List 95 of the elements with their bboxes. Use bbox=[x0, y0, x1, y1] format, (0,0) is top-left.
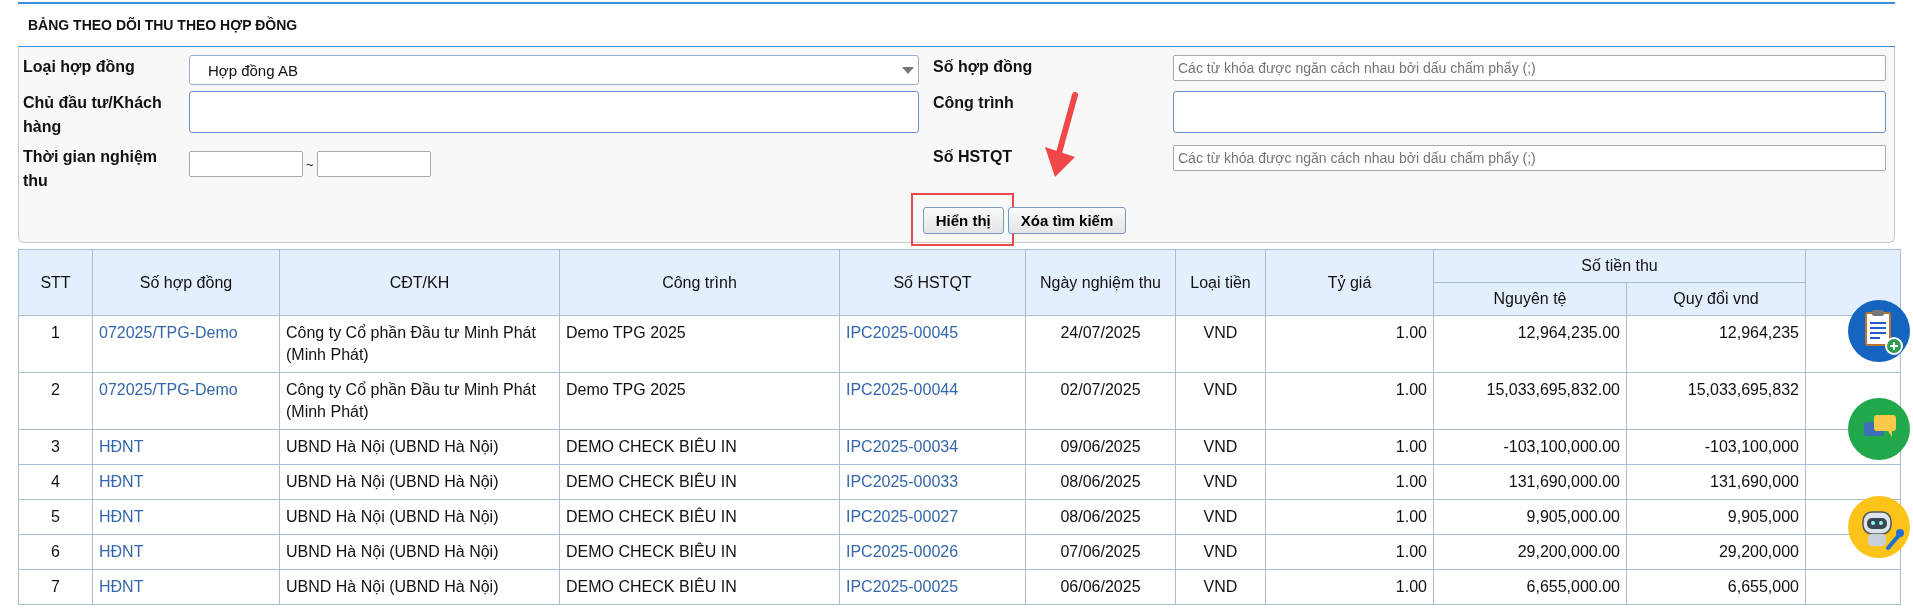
table-cell: 29,200,000.00 bbox=[1517, 543, 1620, 560]
table-cell: 1.00 bbox=[1395, 543, 1427, 560]
field-label: Số HSTQT bbox=[932, 147, 1014, 167]
chat-icon[interactable] bbox=[1848, 398, 1910, 460]
column-header: CĐT/KH bbox=[279, 249, 560, 316]
table-cell: 6 bbox=[51, 543, 60, 560]
table-cell: 9,905,000.00 bbox=[1526, 508, 1620, 525]
table-cell: 02/07/2025 bbox=[1060, 381, 1141, 398]
field-label: Số hợp đồng bbox=[932, 57, 1034, 77]
table-cell: 2 bbox=[51, 381, 60, 398]
table-cell: UBND Hà Nội (UBND Hà Nội) bbox=[286, 578, 499, 595]
action-button[interactable]: Hiển thị bbox=[922, 207, 1004, 234]
table-link[interactable]: IPC2025-00045 bbox=[846, 324, 959, 341]
table-cell: 7 bbox=[51, 578, 60, 595]
table-cell: VND bbox=[1203, 578, 1238, 595]
table-cell: DEMO CHECK BIÊU IN bbox=[566, 473, 737, 490]
input-field[interactable]: Các từ khóa được ngăn cách nhau bởi dấu chấm phẩy (;) bbox=[1173, 55, 1886, 81]
table-link[interactable]: HĐNT bbox=[99, 578, 144, 595]
column-header: Tỷ giá bbox=[1265, 249, 1434, 316]
range-separator: ~ bbox=[306, 156, 314, 172]
table-cell: VND bbox=[1203, 381, 1238, 398]
field-label: Loại hợp đồng bbox=[23, 57, 136, 77]
table-cell: 06/06/2025 bbox=[1060, 578, 1141, 595]
table-cell: 08/06/2025 bbox=[1060, 508, 1141, 525]
table-cell: UBND Hà Nội (UBND Hà Nội) bbox=[286, 473, 499, 490]
table-link[interactable]: HĐNT bbox=[99, 508, 144, 525]
column-header: Số hợp đồng bbox=[92, 249, 280, 316]
table-cell: 1.00 bbox=[1395, 324, 1427, 341]
column-header: Loại tiền bbox=[1175, 249, 1266, 316]
table-cell: 15,033,695,832.00 bbox=[1486, 381, 1620, 398]
table-cell: 07/06/2025 bbox=[1060, 543, 1141, 560]
input-field[interactable]: Các từ khóa được ngăn cách nhau bởi dấu chấm phẩy (;) bbox=[1173, 145, 1886, 171]
column-header: Nguyên tệ bbox=[1433, 282, 1627, 316]
table-cell: 9,905,000 bbox=[1727, 508, 1799, 525]
table-cell: 6,655,000 bbox=[1727, 578, 1799, 595]
column-header: Công trình bbox=[559, 249, 840, 316]
column-header: Ngày nghiệm thu bbox=[1025, 249, 1176, 316]
table-cell: 6,655,000.00 bbox=[1526, 578, 1620, 595]
table-cell: VND bbox=[1203, 508, 1238, 525]
table-cell: UBND Hà Nội (UBND Hà Nội) bbox=[286, 438, 499, 455]
table-cell: 1.00 bbox=[1395, 381, 1427, 398]
field-label: Công trình bbox=[932, 93, 1015, 113]
table-cell: 131,690,000 bbox=[1710, 473, 1799, 490]
column-header: Quy đổi vnd bbox=[1626, 282, 1806, 316]
table-cell: Công ty Cổ phần Đầu tư Minh Phát (Minh Phát) bbox=[286, 324, 536, 363]
dropdown[interactable]: Hợp đồng AB bbox=[189, 55, 919, 85]
table-cell: 08/06/2025 bbox=[1060, 473, 1141, 490]
page-title: BẢNG THEO DÕI THU THEO HỢP ĐỒNG bbox=[28, 17, 298, 33]
table-cell: 29,200,000 bbox=[1718, 543, 1799, 560]
table-cell: UBND Hà Nội (UBND Hà Nội) bbox=[286, 543, 499, 560]
robot-icon[interactable] bbox=[1848, 496, 1910, 558]
table-cell: Demo TPG 2025 bbox=[566, 381, 686, 398]
table-cell: 24/07/2025 bbox=[1060, 324, 1141, 341]
table-cell: VND bbox=[1203, 438, 1238, 455]
column-header: Số tiền thu bbox=[1433, 249, 1806, 283]
table-cell: 5 bbox=[51, 508, 60, 525]
table-link[interactable]: HĐNT bbox=[99, 438, 144, 455]
table-link[interactable]: HĐNT bbox=[99, 473, 144, 490]
input-field[interactable] bbox=[1173, 91, 1886, 133]
field-label: Thời gian nghiệm thu bbox=[23, 147, 159, 191]
table-cell: 1.00 bbox=[1395, 438, 1427, 455]
table-cell: Demo TPG 2025 bbox=[566, 324, 686, 341]
table-cell: 12,964,235 bbox=[1718, 324, 1799, 341]
input-field[interactable] bbox=[189, 91, 919, 133]
table-cell: VND bbox=[1203, 473, 1238, 490]
clipboard-icon[interactable] bbox=[1848, 300, 1910, 362]
table-cell: DEMO CHECK BIÊU IN bbox=[566, 438, 737, 455]
table-cell: -103,100,000 bbox=[1704, 438, 1799, 455]
column-header: Số HSTQT bbox=[839, 249, 1026, 316]
table-link[interactable]: IPC2025-00044 bbox=[846, 381, 959, 398]
table-cell: 15,033,695,832 bbox=[1687, 381, 1799, 398]
table-cell: 1.00 bbox=[1395, 578, 1427, 595]
caret-icon bbox=[902, 66, 914, 74]
field-label: Chủ đầu tư/Khách hàng bbox=[23, 93, 163, 137]
table-cell: 1 bbox=[51, 324, 60, 341]
table-cell: 131,690,000.00 bbox=[1508, 473, 1620, 490]
table-cell: 09/06/2025 bbox=[1060, 438, 1141, 455]
table-cell: VND bbox=[1203, 543, 1238, 560]
table-cell: DEMO CHECK BIÊU IN bbox=[566, 578, 737, 595]
table-cell: 12,964,235.00 bbox=[1517, 324, 1620, 341]
table-cell: DEMO CHECK BIÊU IN bbox=[566, 508, 737, 525]
action-button[interactable]: Xóa tìm kiếm bbox=[1007, 207, 1127, 234]
table-cell: 3 bbox=[51, 438, 60, 455]
table-link[interactable]: HĐNT bbox=[99, 543, 144, 560]
table-cell: -103,100,000.00 bbox=[1503, 438, 1620, 455]
table-cell: 1.00 bbox=[1395, 508, 1427, 525]
table-cell: Công ty Cổ phần Đầu tư Minh Phát (Minh Phát) bbox=[286, 381, 536, 420]
table-cell: VND bbox=[1203, 324, 1238, 341]
table-cell: DEMO CHECK BIÊU IN bbox=[566, 543, 737, 560]
date-field[interactable] bbox=[316, 151, 431, 177]
table-cell: UBND Hà Nội (UBND Hà Nội) bbox=[286, 508, 499, 525]
table-cell: 4 bbox=[51, 473, 60, 490]
table-cell: 1.00 bbox=[1395, 473, 1427, 490]
date-field[interactable] bbox=[189, 151, 303, 177]
column-header: STT bbox=[18, 249, 93, 316]
